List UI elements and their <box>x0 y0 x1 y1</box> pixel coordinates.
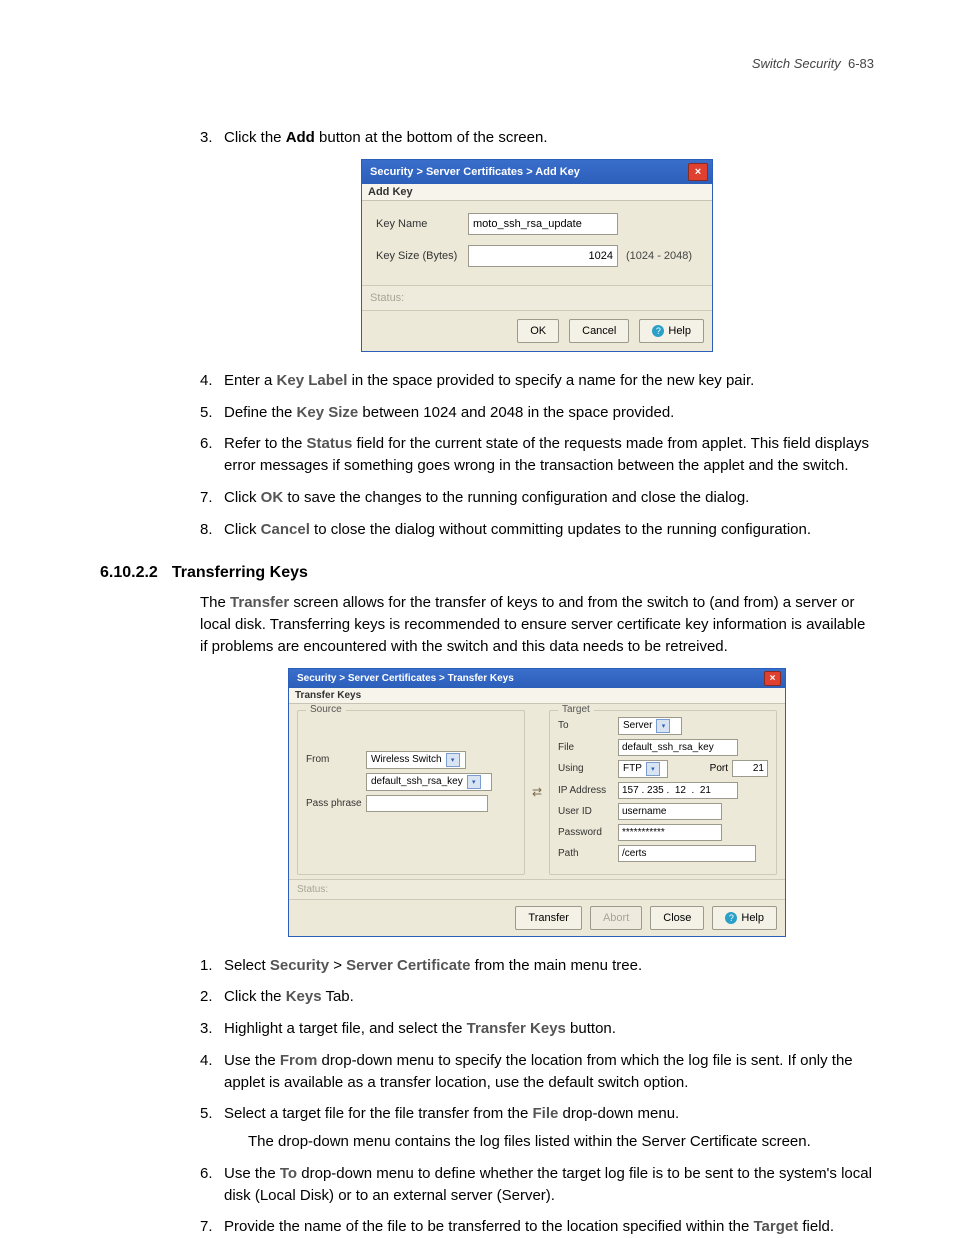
password-field[interactable] <box>618 824 722 841</box>
using-label: Using <box>558 763 618 774</box>
key-size-field[interactable] <box>468 245 618 267</box>
section-number: 6.10.2.2 <box>100 564 158 582</box>
step2-5: 5.Select a target file for the file tran… <box>200 1103 874 1153</box>
passphrase-label: Pass phrase <box>306 798 366 809</box>
section-intro: The Transfer screen allows for the trans… <box>200 592 874 657</box>
page-number: 6-83 <box>848 56 874 71</box>
key-size-label: Key Size (Bytes) <box>376 250 468 262</box>
userid-field[interactable] <box>618 803 722 820</box>
dialog-title: Security > Server Certificates > Add Key <box>370 166 580 178</box>
transfer-keys-dialog: Security > Server Certificates > Transfe… <box>288 668 786 937</box>
close-icon[interactable]: × <box>688 163 708 181</box>
transfer-button[interactable]: Transfer <box>515 906 582 930</box>
step2-4: 4.Use the From drop-down menu to specify… <box>200 1050 874 1094</box>
file-field[interactable] <box>618 739 738 756</box>
status-label: Status: <box>362 285 712 311</box>
dialog-subtitle: Add Key <box>362 184 712 201</box>
chevron-down-icon: ▾ <box>646 762 660 776</box>
page-header: Switch Security 6-83 <box>100 56 874 71</box>
help-button[interactable]: ?Help <box>639 319 704 343</box>
chevron-down-icon: ▾ <box>446 753 460 767</box>
key-name-field[interactable] <box>468 213 618 235</box>
step2-5-note: The drop-down menu contains the log file… <box>248 1131 874 1153</box>
userid-label: User ID <box>558 806 618 817</box>
step-8: 8.Click Cancel to close the dialog witho… <box>200 519 874 541</box>
path-label: Path <box>558 848 618 859</box>
ip-field[interactable] <box>618 782 738 799</box>
chevron-down-icon: ▾ <box>656 719 670 733</box>
from-file-select[interactable]: default_ssh_rsa_key▾ <box>366 773 492 791</box>
target-legend: Target <box>558 704 594 715</box>
port-label: Port <box>710 763 728 774</box>
key-size-hint: (1024 - 2048) <box>626 250 692 262</box>
from-select[interactable]: Wireless Switch▾ <box>366 751 466 769</box>
step-4: 4.Enter a Key Label in the space provide… <box>200 370 874 392</box>
cancel-button[interactable]: Cancel <box>569 319 629 343</box>
step-6: 6.Refer to the Status field for the curr… <box>200 433 874 477</box>
dialog-subtitle: Transfer Keys <box>289 688 785 704</box>
source-legend: Source <box>306 704 346 715</box>
path-field[interactable] <box>618 845 756 862</box>
help-button[interactable]: ?Help <box>712 906 777 930</box>
section-name: Switch Security <box>752 56 841 71</box>
step-5: 5.Define the Key Size between 1024 and 2… <box>200 402 874 424</box>
to-label: To <box>558 720 618 731</box>
step-7: 7.Click OK to save the changes to the ru… <box>200 487 874 509</box>
help-icon: ? <box>652 325 664 337</box>
section-title: Transferring Keys <box>172 564 308 582</box>
ok-button[interactable]: OK <box>517 319 559 343</box>
step2-2: 2.Click the Keys Tab. <box>200 986 874 1008</box>
dialog-title: Security > Server Certificates > Transfe… <box>297 673 514 684</box>
to-select[interactable]: Server▾ <box>618 717 682 735</box>
port-field[interactable] <box>732 760 768 777</box>
password-label: Password <box>558 827 618 838</box>
help-icon: ? <box>725 912 737 924</box>
chevron-down-icon: ▾ <box>467 775 481 789</box>
abort-button: Abort <box>590 906 642 930</box>
step2-3: 3.Highlight a target file, and select th… <box>200 1018 874 1040</box>
transfer-arrows-icon: ⇄ <box>525 785 549 799</box>
close-icon[interactable]: × <box>764 671 781 686</box>
status-label: Status: <box>289 879 785 900</box>
ip-label: IP Address <box>558 785 618 796</box>
file-label: File <box>558 742 618 753</box>
step2-1: 1.Select Security > Server Certificate f… <box>200 955 874 977</box>
step2-6: 6.Use the To drop-down menu to define wh… <box>200 1163 874 1207</box>
add-key-dialog: Security > Server Certificates > Add Key… <box>361 159 713 352</box>
close-button[interactable]: Close <box>650 906 704 930</box>
passphrase-field[interactable] <box>366 795 488 812</box>
step-3: 3.Click the Add button at the bottom of … <box>200 127 874 149</box>
using-select[interactable]: FTP▾ <box>618 760 668 778</box>
key-name-label: Key Name <box>376 218 468 230</box>
from-label: From <box>306 754 366 765</box>
